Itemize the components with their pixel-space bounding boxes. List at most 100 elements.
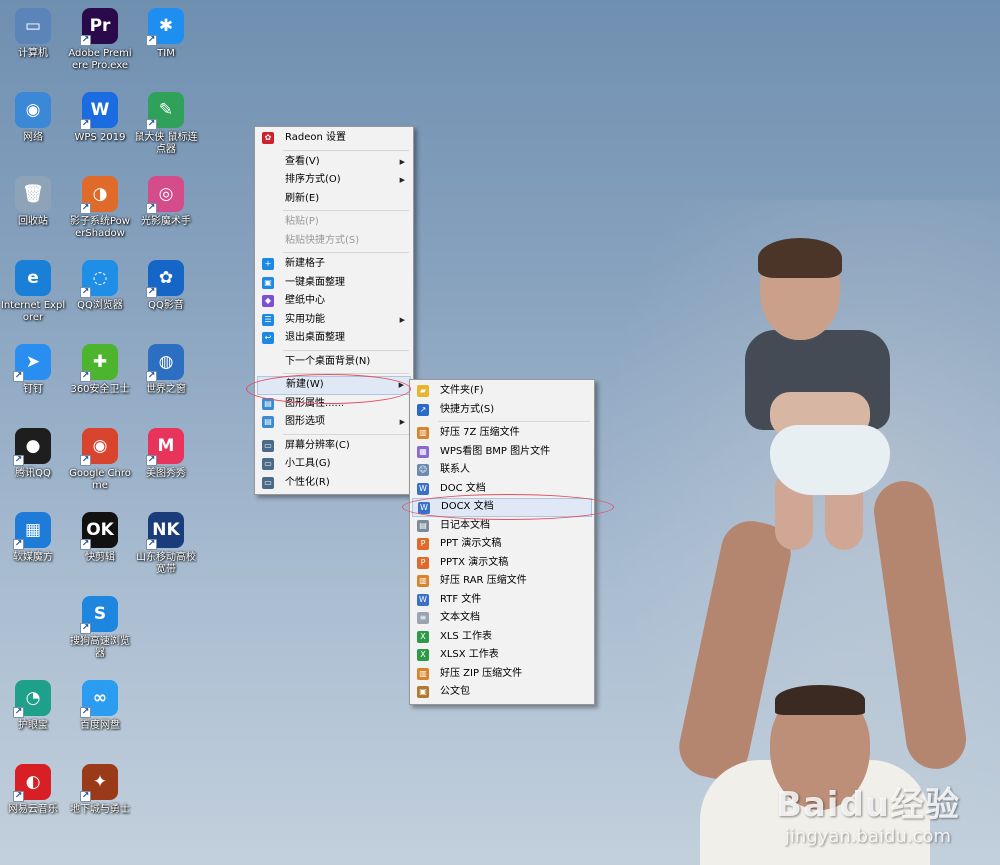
context-menu-item[interactable]: ↩ 退出桌面整理 xyxy=(257,329,411,348)
desktop-shortcut[interactable]: M ↗ 美图秀秀 xyxy=(133,428,199,480)
desktop-shortcut[interactable]: ◑ ↗ 影子系统PowerShadow xyxy=(67,176,133,240)
gadgets-icon: ▭ xyxy=(262,458,274,470)
context-menu-item[interactable]: ◆ 壁纸中心 xyxy=(257,292,411,311)
menu-item-label: 文件夹(F) xyxy=(440,385,484,396)
computer-icon: ▭ xyxy=(15,8,51,44)
desktop-shortcut-label: 搜狗高速浏览器 xyxy=(70,636,130,659)
new-submenu-item[interactable]: X XLSX 工作表 xyxy=(412,646,592,665)
submenu-arrow-icon: ▶ xyxy=(399,157,405,166)
desktop-shortcut-label: 光影魔术手 xyxy=(141,216,191,227)
desktop-shortcut[interactable]: ✦ ↗ 地下城与勇士 xyxy=(67,764,133,816)
desktop-shortcut[interactable]: ✎ ↗ 鼠大侠 鼠标连点器 xyxy=(133,92,199,156)
desktop-shortcut-label: QQ浏览器 xyxy=(77,300,123,311)
menu-item-label: 一键桌面整理 xyxy=(285,276,345,288)
context-menu-item[interactable]: ▭ 个性化(R) xyxy=(257,474,411,493)
context-menu-item[interactable]: 下一个桌面背景(N) xyxy=(257,353,411,372)
wallpaper-center-icon: ◆ xyxy=(262,295,274,307)
desktop-shortcut[interactable]: ▦ ↗ 软媒魔方 xyxy=(0,512,66,564)
new-grid-icon: + xyxy=(262,258,274,270)
desktop-shortcut[interactable]: ◐ ↗ 网易云音乐 xyxy=(0,764,66,816)
desktop-shortcut-label: 回收站 xyxy=(18,216,48,227)
new-submenu-item[interactable]: ↗ 快捷方式(S) xyxy=(412,401,592,420)
desktop-shortcut[interactable]: S ↗ 搜狗高速浏览器 xyxy=(67,596,133,660)
context-menu-item: 粘贴快捷方式(S) xyxy=(257,232,411,251)
shortcut-arrow-icon: ↗ xyxy=(13,791,24,802)
menu-item-label: 粘贴快捷方式(S) xyxy=(285,234,360,246)
menu-separator xyxy=(438,421,590,422)
wps-bmp-icon: ▦ xyxy=(417,445,429,458)
menu-item-label: 下一个桌面背景(N) xyxy=(285,355,371,367)
desktop-shortcut[interactable]: ◉ 网络 xyxy=(0,92,66,144)
shortcut-arrow-icon: ↗ xyxy=(80,455,91,466)
new-submenu-item[interactable]: ▣ 公文包 xyxy=(412,683,592,702)
menu-item-label: 图形选项 xyxy=(285,416,325,427)
desktop-shortcut[interactable]: ◍ ↗ 世界之窗 xyxy=(133,344,199,396)
desktop-shortcut[interactable]: W ↗ WPS 2019 xyxy=(67,92,133,144)
desktop-shortcut[interactable]: ✿ ↗ QQ影音 xyxy=(133,260,199,312)
desktop-shortcut[interactable]: Pr ↗ Adobe Premiere Pro.exe xyxy=(67,8,133,72)
submenu-arrow-icon: ▶ xyxy=(399,418,405,426)
desktop-shortcut-label: 网络 xyxy=(23,132,43,143)
new-submenu-item[interactable]: ▥ 好压 ZIP 压缩文件 xyxy=(412,665,592,684)
context-menu-item[interactable]: ▣ 一键桌面整理 xyxy=(257,274,411,293)
desktop-shortcut[interactable]: ✚ ↗ 360安全卫士 xyxy=(67,344,133,396)
desktop-shortcut[interactable]: NK ↗ 山东移动高校宽带 xyxy=(133,512,199,576)
desktop-shortcut-label: 美图秀秀 xyxy=(146,468,186,479)
menu-item-label: 日记本文档 xyxy=(440,519,490,531)
shortcut-arrow-icon: ↗ xyxy=(80,707,91,718)
context-menu-item[interactable]: 刷新(E) xyxy=(257,190,411,209)
desktop-shortcut-label: 护眼宝 xyxy=(18,720,48,731)
context-menu-item[interactable]: ✿ Radeon 设置 xyxy=(257,129,411,148)
shortcut-arrow-icon: ↗ xyxy=(146,119,157,130)
utilities-icon: ☰ xyxy=(262,313,274,326)
shortcut-arrow-icon: ↗ xyxy=(146,203,157,214)
new-submenu-item[interactable]: P PPTX 演示文稿 xyxy=(412,554,592,573)
new-submenu-item[interactable]: ▦ WPS看图 BMP 图片文件 xyxy=(412,443,592,462)
menu-item-label: 小工具(G) xyxy=(285,458,331,469)
desktop-shortcut-label: 快剪辑 xyxy=(85,552,115,563)
shortcut-arrow-icon: ↗ xyxy=(146,35,157,46)
graphics-options-icon: ▤ xyxy=(262,416,274,428)
desktop-shortcut[interactable]: ➤ ↗ 钉钉 xyxy=(0,344,66,396)
desktop-shortcut[interactable]: ∞ ↗ 百度网盘 xyxy=(67,680,133,732)
new-submenu-item[interactable]: ▰ 文件夹(F) xyxy=(412,382,592,401)
xlsx-icon: X xyxy=(417,649,429,661)
new-submenu-item[interactable]: ☺ 联系人 xyxy=(412,461,592,480)
desktop-shortcut[interactable]: ✱ ↗ TIM xyxy=(133,8,199,60)
new-submenu-item[interactable]: P PPT 演示文稿 xyxy=(412,535,592,554)
new-submenu-item[interactable]: X XLS 工作表 xyxy=(412,628,592,647)
desktop-shortcut[interactable]: ◉ ↗ Google Chrome xyxy=(67,428,133,492)
desktop-shortcut[interactable]: OK ↗ 快剪辑 xyxy=(67,512,133,564)
context-menu-item[interactable]: 查看(V) ▶ xyxy=(257,153,411,172)
desktop-shortcut[interactable]: ▭ 计算机 xyxy=(0,8,66,60)
desktop-shortcut[interactable]: ◎ ↗ 光影魔术手 xyxy=(133,176,199,228)
qq-browser-icon: ◌ ↗ xyxy=(80,260,118,298)
new-submenu-item[interactable]: ≡ 文本文档 xyxy=(412,609,592,628)
desktop-shortcut[interactable]: e Internet Explorer xyxy=(0,260,66,324)
menu-item-label: 屏幕分辨率(C) xyxy=(285,439,350,451)
sdmobile-broadband-icon: NK ↗ xyxy=(146,512,184,550)
context-menu-item[interactable]: + 新建格子 xyxy=(257,255,411,274)
context-menu-item[interactable]: ▭ 小工具(G) xyxy=(257,455,411,474)
desktop-shortcut-label: Adobe Premiere Pro.exe xyxy=(68,48,132,71)
desktop-shortcut[interactable]: ◌ ↗ QQ浏览器 xyxy=(67,260,133,312)
wallpaper-baby-hair xyxy=(758,238,842,278)
desktop-shortcut[interactable]: ● ↗ 腾讯QQ xyxy=(0,428,66,480)
desktop-shortcut[interactable]: ◔ ↗ 护眼宝 xyxy=(0,680,66,732)
desktop-shortcut-label: 影子系统PowerShadow xyxy=(70,216,130,239)
watermark-url: jingyan.baidu.com xyxy=(784,826,952,847)
new-submenu-item[interactable]: W RTF 文件 xyxy=(412,591,592,610)
shortcut-arrow-icon: ↗ xyxy=(80,623,91,634)
context-menu-item[interactable]: 排序方式(O) ▶ xyxy=(257,171,411,190)
new-submenu-item[interactable]: ▥ 好压 7Z 压缩文件 xyxy=(412,424,592,443)
personalize-icon: ▭ xyxy=(262,476,274,489)
context-menu-item[interactable]: ☰ 实用功能 ▶ xyxy=(257,311,411,330)
desktop-shortcut-label: 钉钉 xyxy=(23,384,43,395)
context-menu-item[interactable]: ▤ 图形选项 ▶ xyxy=(257,413,411,432)
shortcut-arrow-icon: ↗ xyxy=(80,119,91,130)
new-submenu-item[interactable]: ▥ 好压 RAR 压缩文件 xyxy=(412,572,592,591)
radeon-icon: ✿ xyxy=(262,132,274,144)
desktop-shortcut[interactable]: 🗑 回收站 xyxy=(0,176,66,228)
shortcut-arrow-icon: ↗ xyxy=(146,371,157,382)
context-menu-item[interactable]: ▭ 屏幕分辨率(C) xyxy=(257,437,411,456)
